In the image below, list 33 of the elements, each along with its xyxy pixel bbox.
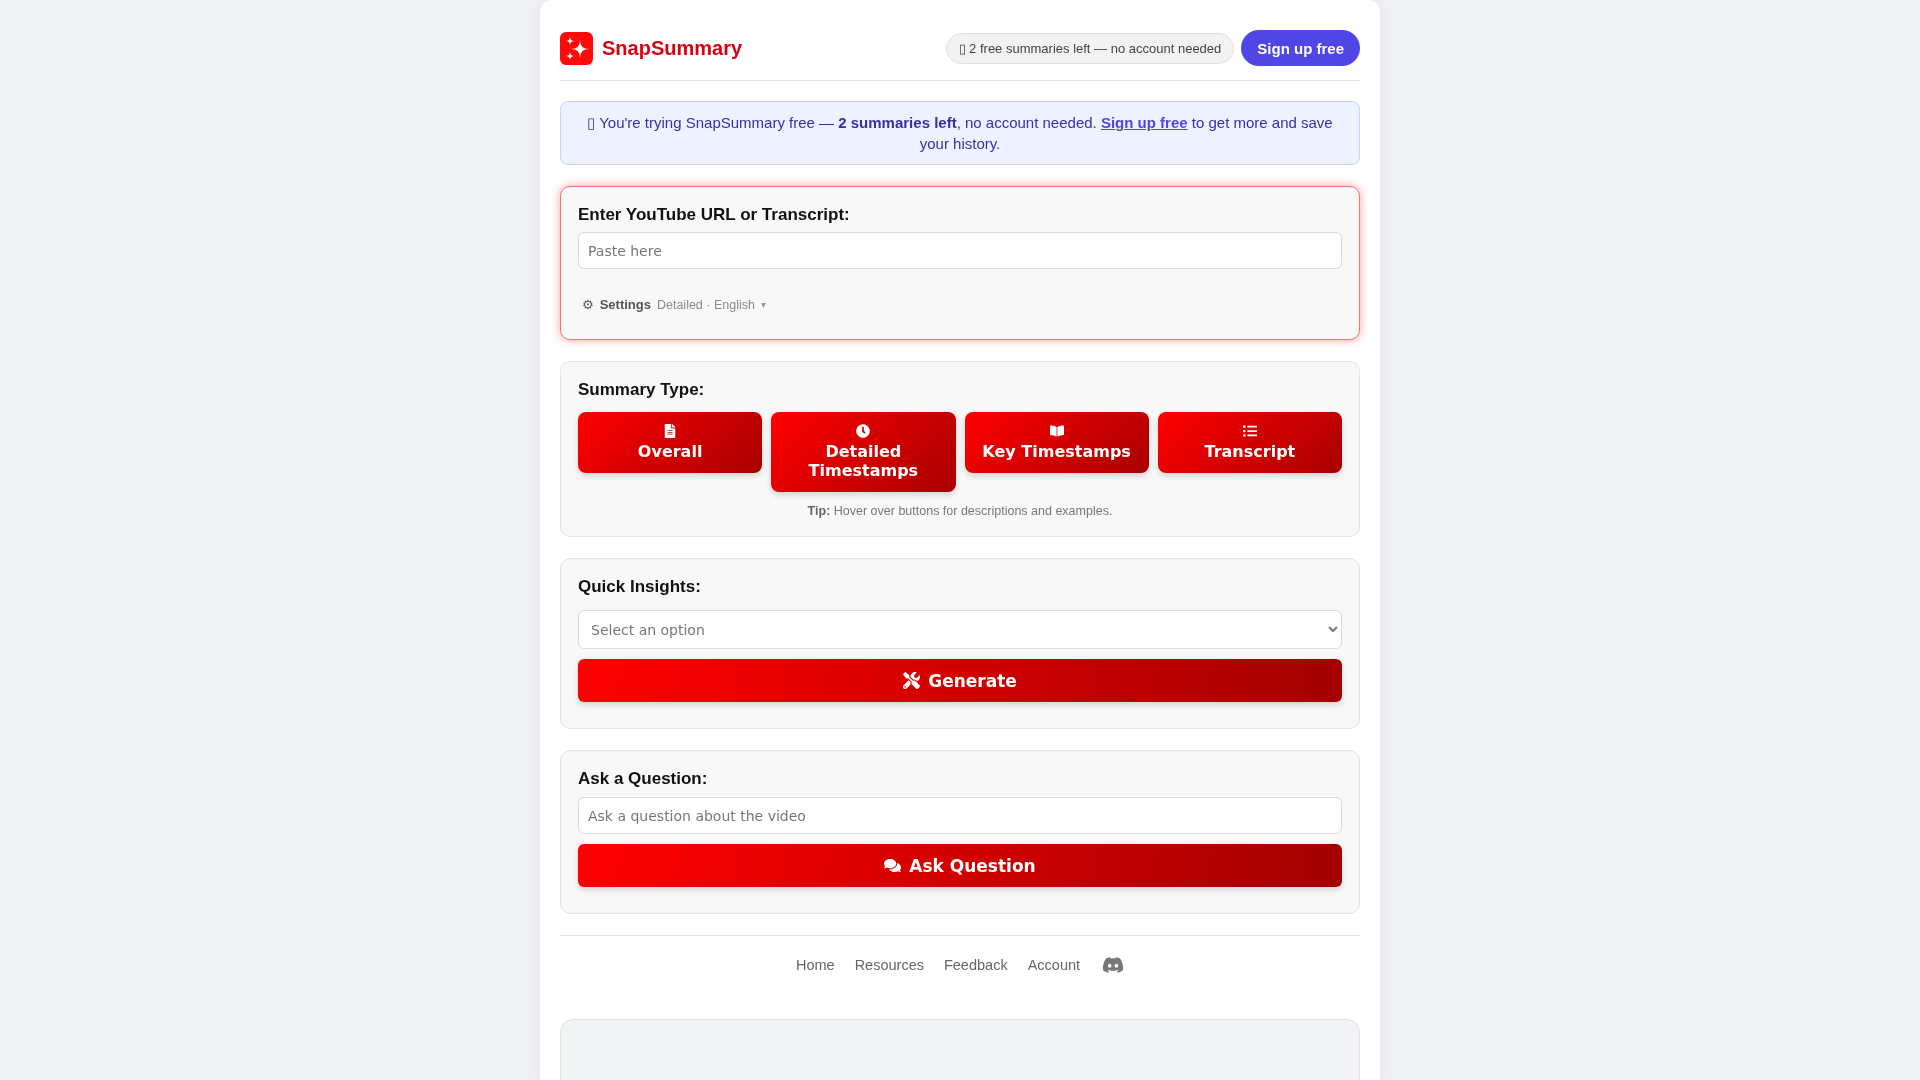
section-label: Quick Insights: — [578, 576, 702, 598]
footer-link[interactable]: Home — [795, 955, 835, 975]
free-summaries-badge: ▯ 2 free summaries left — no account needed — [945, 32, 1235, 64]
footer-link[interactable]: Resources — [854, 955, 924, 975]
settings-toggle[interactable]: ⚙ Settings Detailed · English ▾ — [578, 285, 770, 325]
ask-question-button[interactable]: Ask Question — [578, 844, 1342, 887]
document-icon — [663, 424, 678, 438]
summary-type-button[interactable]: Key Timestamps — [964, 412, 1149, 473]
section-label: Ask a Question: — [578, 768, 709, 790]
summary-type-button[interactable]: Transcript — [1157, 412, 1342, 473]
footer-link[interactable]: Account — [1027, 955, 1081, 975]
tools-icon — [903, 672, 921, 689]
sign-up-link[interactable]: Sign up free — [1100, 114, 1188, 131]
field-label: Enter YouTube URL or Transcript: — [578, 204, 851, 226]
trial-notice: ▯ You're trying SnapSummary free — 2 summaries left, no account needed. Sign up free to get more and save your history. — [560, 101, 1360, 165]
insight-select[interactable]: Select an option — [578, 610, 1342, 649]
list-icon — [1242, 424, 1257, 438]
gear-icon: ⚙ — [582, 295, 594, 315]
clock-icon — [856, 424, 871, 438]
open-book-icon — [1049, 424, 1064, 438]
caret-icon: ▾ — [760, 295, 766, 315]
sparkles-logo-icon — [560, 31, 593, 65]
sign-up-button[interactable]: Sign up free — [1241, 30, 1360, 66]
section-label: Summary Type: — [578, 379, 706, 401]
brand-name: SnapSummary — [602, 36, 743, 60]
summary-type-button[interactable]: Overall — [578, 412, 763, 473]
question-input-field[interactable]: Ask a question about the video — [578, 797, 1342, 834]
summary-type-button[interactable]: Detailed Timestamps — [771, 412, 956, 492]
generate-button[interactable]: Generate — [578, 659, 1342, 702]
url-input-field[interactable]: Paste here — [578, 232, 1342, 269]
chat-bubbles-icon — [884, 857, 902, 874]
tip-text: Tip: Hover over buttons for descriptions and examples. — [806, 503, 1114, 520]
footer-link[interactable]: Feedback — [943, 955, 1008, 975]
